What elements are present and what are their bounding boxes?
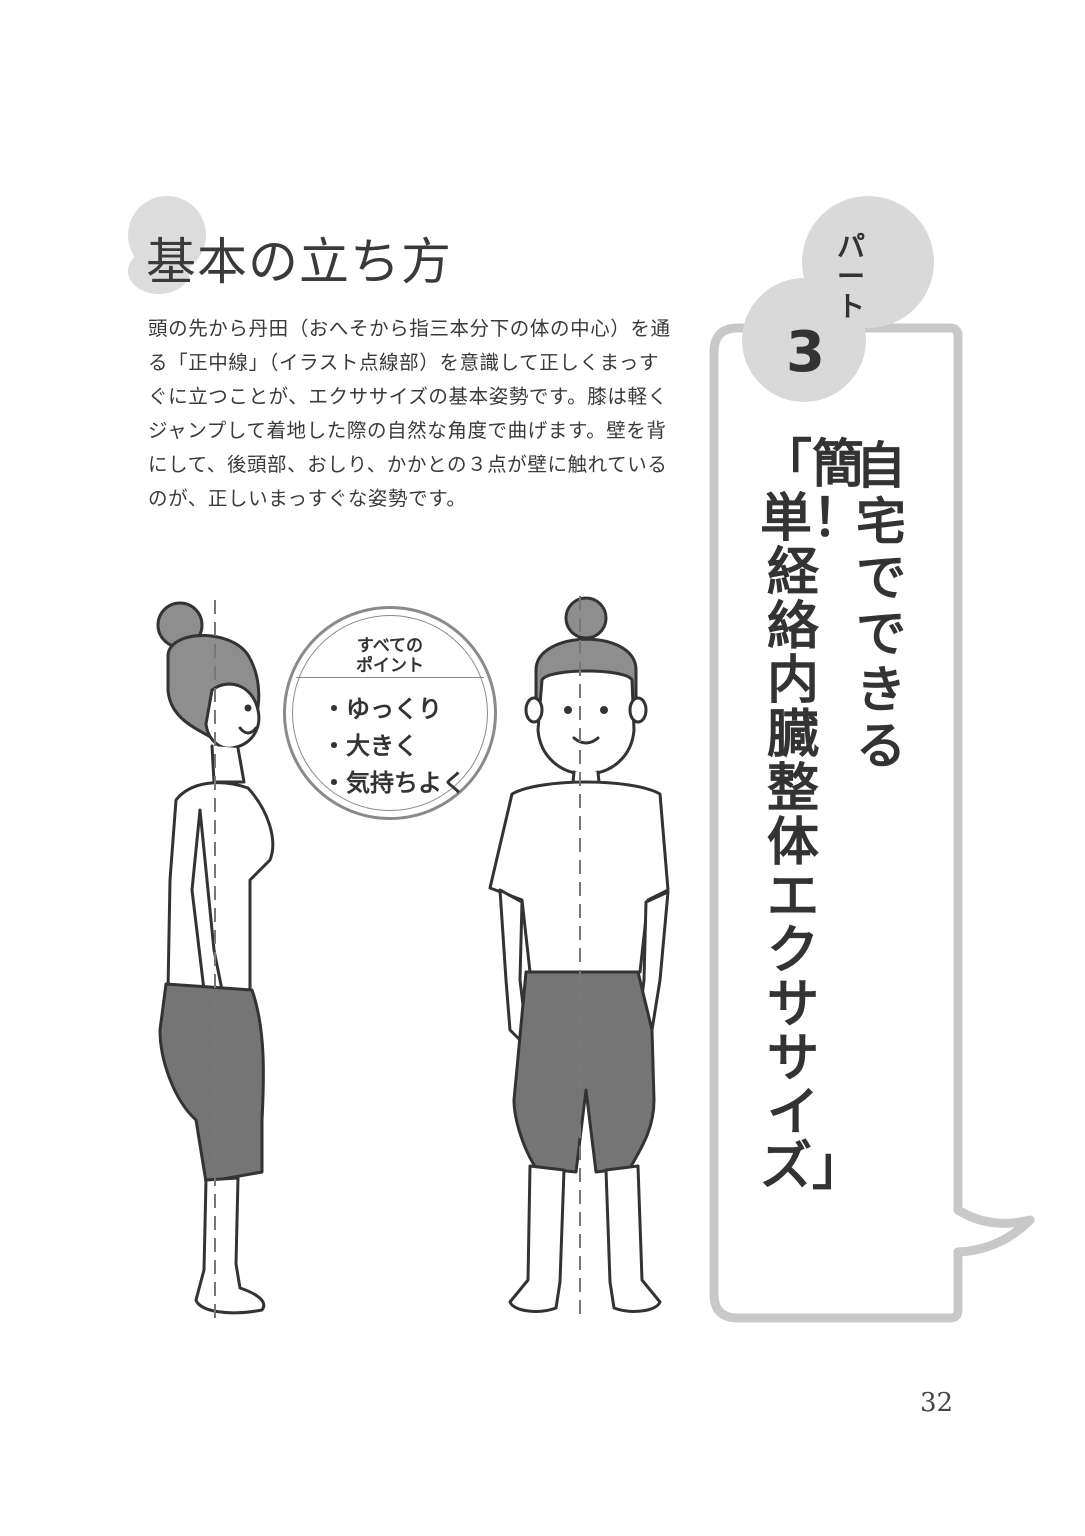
points-heading-line2: ポイント — [356, 656, 424, 676]
points-badge: すべての ポイント ・ゆっくり ・大きく ・気持ちよく — [283, 606, 497, 820]
part-label: パート — [836, 230, 865, 323]
points-item: ・気持ちよく — [322, 769, 466, 797]
points-divider — [296, 677, 484, 678]
chapter-title: 「簡単！経絡内臓整体エクササイズ」 — [760, 435, 865, 1197]
points-item: ・大きく — [322, 732, 418, 760]
page-title: 基本の立ち方 — [146, 233, 452, 291]
page-number: 32 — [920, 1388, 954, 1418]
part-number: 3 — [786, 320, 825, 385]
intro-text: 頭の先から丹田（おへそから指三本分下の体の中心）を通る「正中線」（イラスト点線部… — [148, 317, 671, 510]
points-item: ・ゆっくり — [322, 695, 442, 723]
